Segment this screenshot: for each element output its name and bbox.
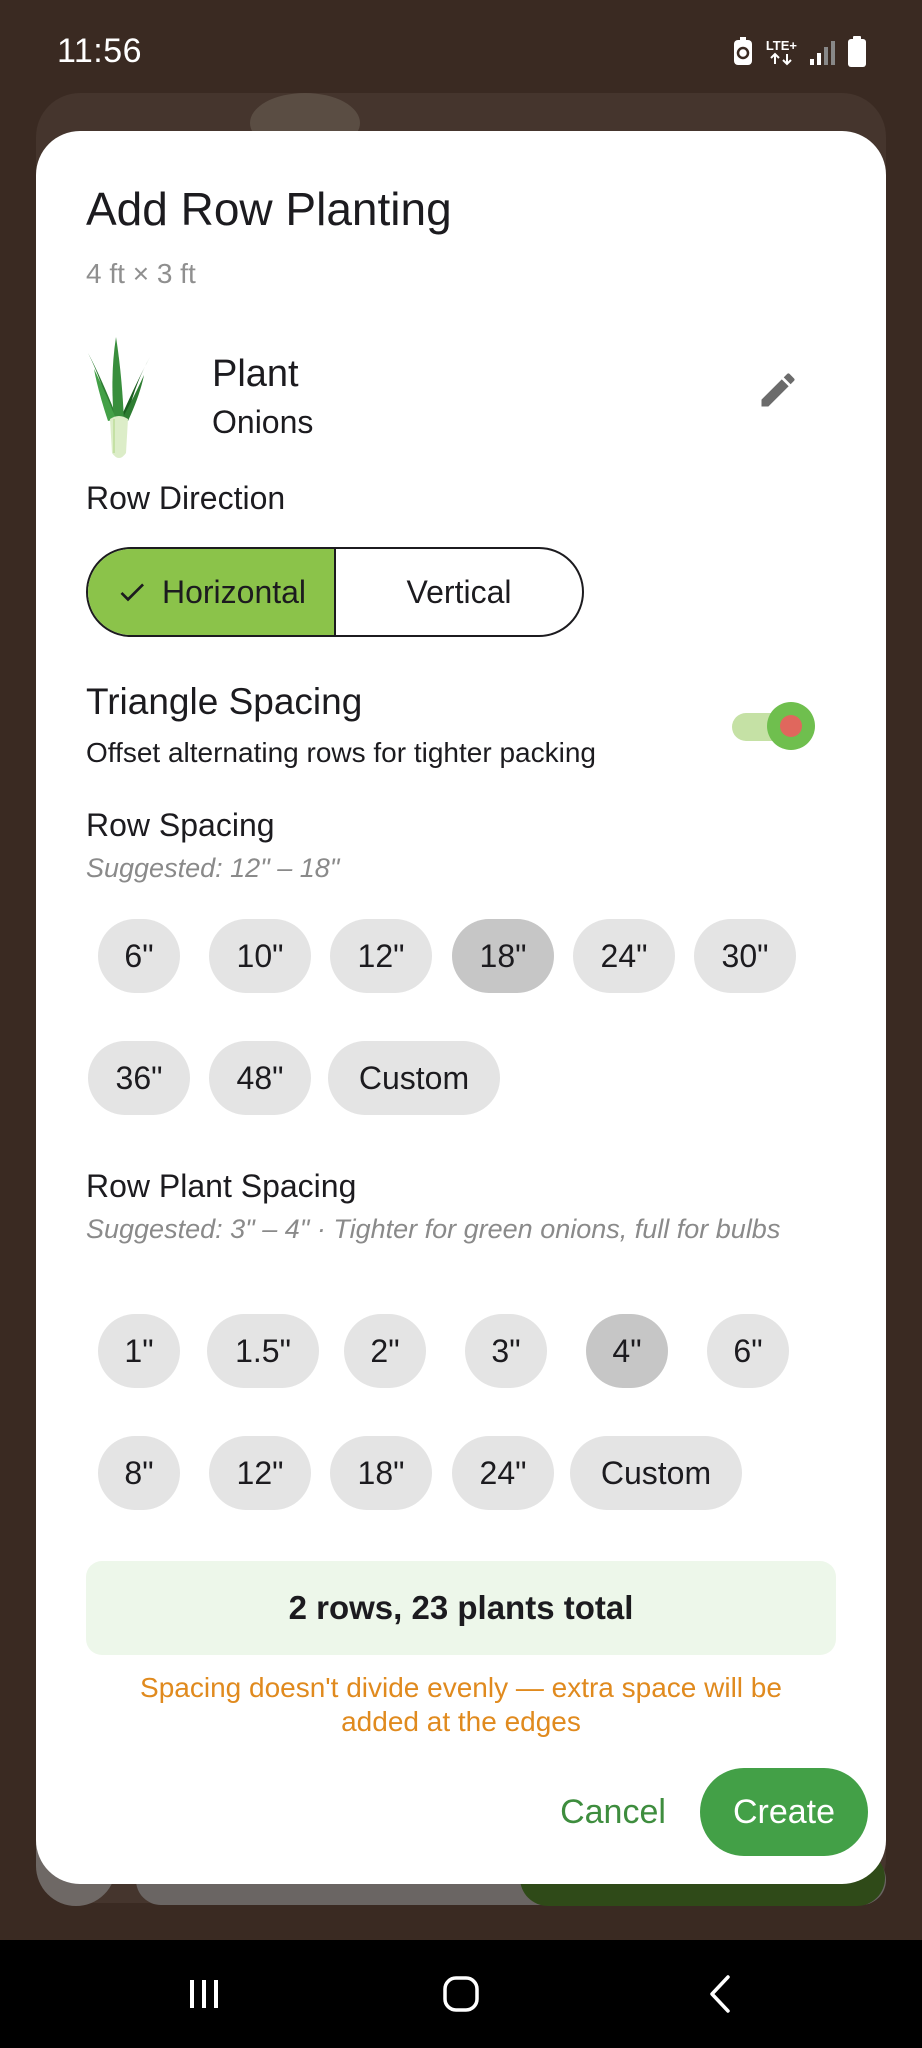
plant-spacing-chip-1-5[interactable]: 1.5" xyxy=(207,1314,319,1388)
plant-spacing-chip-2[interactable]: 2" xyxy=(344,1314,426,1388)
vertical-option-label: Vertical xyxy=(406,573,512,610)
row-spacing-hint: Suggested: 12" – 18" xyxy=(86,853,340,883)
row-plant-spacing-hint: Suggested: 3" – 4" · Tighter for green o… xyxy=(86,1214,781,1244)
leek-icon xyxy=(88,337,150,458)
plant-spacing-chip-1[interactable]: 1" xyxy=(98,1314,180,1388)
status-time: 11:56 xyxy=(57,32,143,70)
cancel-button[interactable]: Cancel xyxy=(540,1767,686,1857)
back-button[interactable] xyxy=(680,1940,760,2048)
triangle-spacing-label: Triangle Spacing xyxy=(86,681,363,722)
plant-spacing-chip-6[interactable]: 6" xyxy=(707,1314,789,1388)
row-spacing-chip-24[interactable]: 24" xyxy=(573,919,675,993)
create-button[interactable]: Create xyxy=(700,1768,868,1856)
row-spacing-chip-48[interactable]: 48" xyxy=(209,1041,311,1115)
vertical-option[interactable]: Vertical xyxy=(336,549,582,635)
row-spacing-chip-36[interactable]: 36" xyxy=(88,1041,190,1115)
row-direction-label: Row Direction xyxy=(86,480,286,516)
plant-spacing-chip-custom[interactable]: Custom xyxy=(570,1436,742,1510)
row-direction-selector: Horizontal Vertical xyxy=(86,547,584,637)
plant-spacing-chip-3[interactable]: 3" xyxy=(465,1314,547,1388)
row-spacing-chip-12[interactable]: 12" xyxy=(330,919,432,993)
row-spacing-chip-18[interactable]: 18" xyxy=(452,919,554,993)
recents-icon xyxy=(190,1980,218,2008)
bed-dimensions: 4 ft × 3 ft xyxy=(86,258,196,289)
lte-signal-icon: LTE+ xyxy=(766,39,797,66)
plant-spacing-chip-18[interactable]: 18" xyxy=(330,1436,432,1510)
home-icon xyxy=(443,1976,479,2012)
edit-plant-button[interactable] xyxy=(746,358,810,422)
back-icon xyxy=(710,1975,730,2013)
horizontal-option[interactable]: Horizontal xyxy=(88,549,336,635)
plant-label: Plant xyxy=(212,353,299,395)
status-icons: LTE+ xyxy=(732,36,867,68)
signal-bars-icon xyxy=(810,41,835,65)
row-spacing-label: Row Spacing xyxy=(86,807,275,843)
plant-spacing-chip-8[interactable]: 8" xyxy=(98,1436,180,1510)
row-spacing-chip-6[interactable]: 6" xyxy=(98,919,180,993)
triangle-spacing-description: Offset alternating rows for tighter pack… xyxy=(86,737,596,768)
plant-spacing-chip-24[interactable]: 24" xyxy=(452,1436,554,1510)
recents-button[interactable] xyxy=(164,1940,244,2048)
home-button[interactable] xyxy=(421,1940,501,2048)
plant-spacing-chip-4[interactable]: 4" xyxy=(586,1314,668,1388)
check-icon xyxy=(120,583,144,602)
pencil-icon xyxy=(761,373,795,407)
network-type-label: LTE+ xyxy=(765,37,797,53)
row-plant-spacing-label: Row Plant Spacing xyxy=(86,1168,357,1204)
toggle-thumb[interactable] xyxy=(767,702,815,750)
data-saver-icon xyxy=(733,37,752,65)
status-bar: 11:56 LTE+ xyxy=(0,0,922,100)
row-spacing-chip-10[interactable]: 10" xyxy=(209,919,311,993)
row-spacing-chip-30[interactable]: 30" xyxy=(694,919,796,993)
dialog-title: Add Row Planting xyxy=(86,183,452,235)
row-spacing-chip-custom[interactable]: Custom xyxy=(328,1041,500,1115)
plant-spacing-chip-12[interactable]: 12" xyxy=(209,1436,311,1510)
spacing-warning: Spacing doesn't divide evenly — extra sp… xyxy=(140,1672,782,1737)
planting-summary: 2 rows, 23 plants total xyxy=(86,1561,836,1655)
battery-icon xyxy=(848,36,866,67)
add-row-planting-dialog: Add Row Planting 4 ft × 3 ft Plant Onion… xyxy=(36,131,886,1884)
toggle-thumb-dot xyxy=(780,715,802,737)
horizontal-option-label: Horizontal xyxy=(161,573,307,610)
system-nav-bar xyxy=(0,1940,922,2048)
plant-name: Onions xyxy=(212,404,314,440)
